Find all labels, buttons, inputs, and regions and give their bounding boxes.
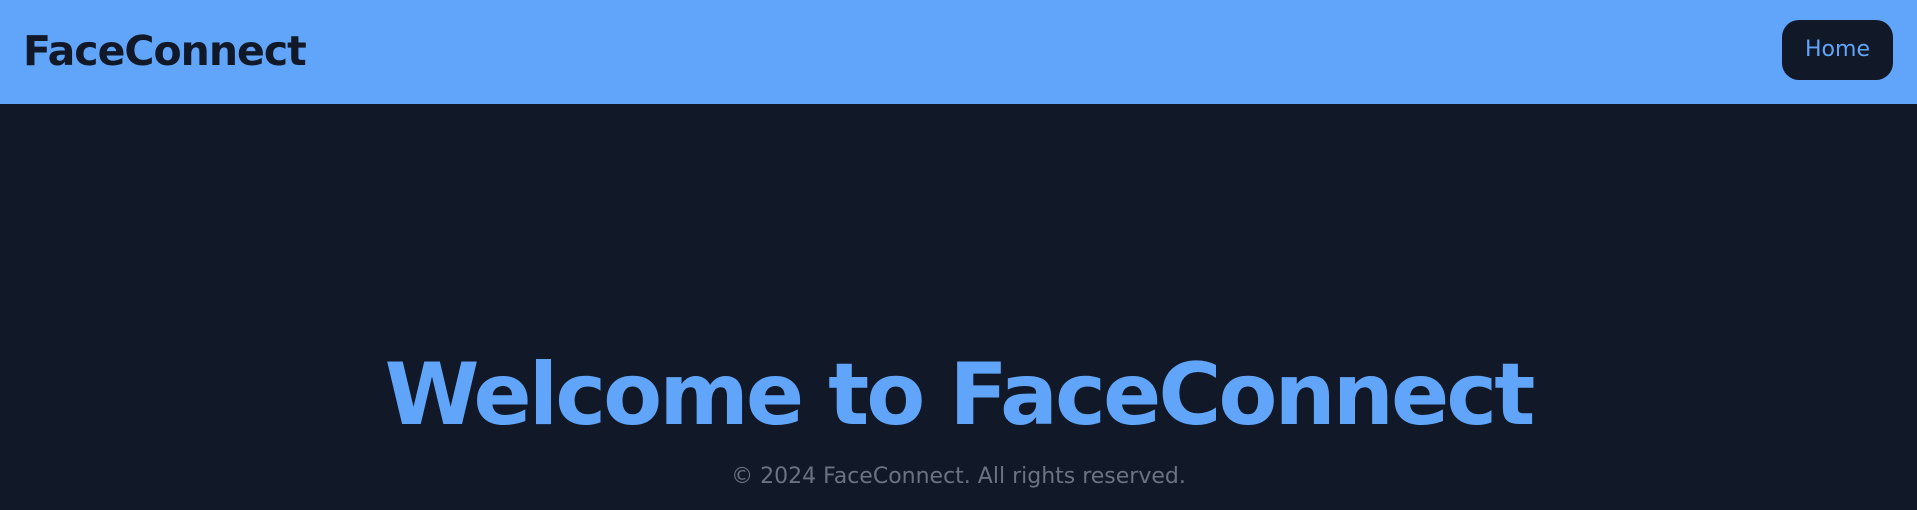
- home-button[interactable]: Home: [1782, 20, 1893, 80]
- top-navbar: FaceConnect Home: [0, 0, 1917, 104]
- page: { "navbar": { "brand": "FaceConnect", "h…: [0, 0, 1917, 510]
- hero-title: Welcome to FaceConnect: [384, 345, 1536, 445]
- copyright-text: © 2024 FaceConnect. All rights reserved.: [731, 464, 1186, 489]
- brand-logo-text[interactable]: FaceConnect: [23, 26, 307, 76]
